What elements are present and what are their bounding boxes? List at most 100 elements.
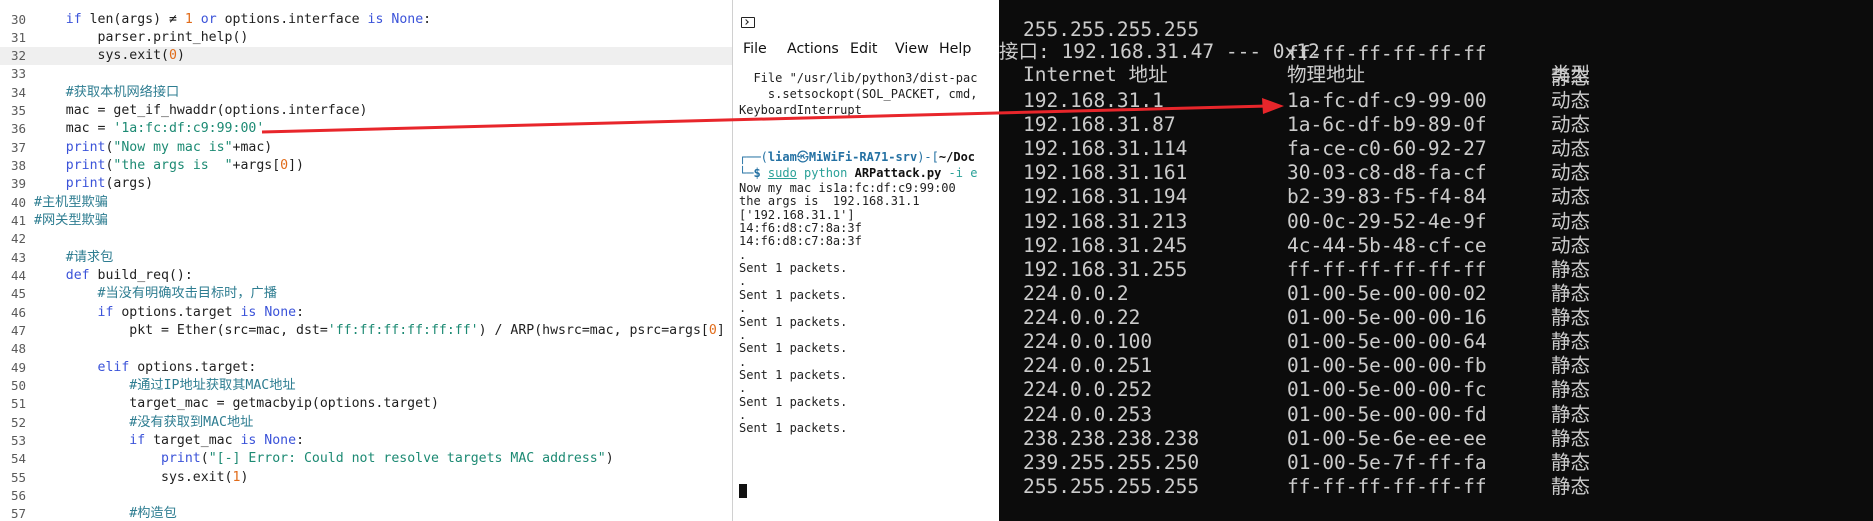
- arp-ip: 224.0.0.253: [1023, 402, 1153, 426]
- code-token: sys.exit(: [34, 48, 169, 64]
- arp-type: 动态: [1551, 209, 1591, 233]
- menu-item-file[interactable]: File: [743, 41, 767, 57]
- code-token: 0: [708, 323, 717, 339]
- arp-mac: 00-0c-29-52-4e-9f: [1287, 209, 1487, 233]
- code-token: #请求包: [65, 249, 114, 265]
- code-line[interactable]: 38 print("the args is "+args[0]): [0, 157, 732, 175]
- arp-mac: 01-00-5e-00-00-fb: [1287, 354, 1487, 378]
- arp-ip: 255.255.255.255: [1023, 474, 1200, 498]
- arp-top-row: 255.255.255.255 ff-ff-ff-ff-ff-ff 静态: [1023, 0, 1590, 89]
- code-line[interactable]: 53 if target_mac is None:: [0, 432, 732, 450]
- terminal-icon: [741, 17, 755, 28]
- arp-row: 192.168.31.161 30-03-c8-d8-fa-cf 动态: [999, 161, 1873, 185]
- code-text: #构造包: [34, 505, 177, 521]
- line-number: 49: [10, 359, 26, 375]
- code-line[interactable]: 49 elif options.target:: [0, 359, 732, 377]
- code-line[interactable]: 40 #主机型欺骗: [0, 194, 732, 212]
- terminal-line: s.setsockopt(SOL_PACKET, cmd,: [739, 87, 978, 101]
- code-line[interactable]: 34 #获取本机网络接口: [0, 84, 732, 102]
- line-number: 45: [10, 286, 26, 302]
- code-line[interactable]: 51 target_mac = getmacbyip(options.targe…: [0, 395, 732, 413]
- code-text: sys.exit(1): [34, 469, 248, 487]
- terminal-line: Sent 1 packets.: [739, 394, 848, 409]
- line-number: 48: [10, 341, 26, 357]
- code-line[interactable]: 39 print(args): [0, 175, 732, 193]
- code-line[interactable]: 47 pkt = Ether(src=mac, dst='ff:ff:ff:ff…: [0, 322, 732, 340]
- line-number: 53: [10, 433, 26, 449]
- arp-interface-line: 接口: 192.168.31.47 --- 0x12: [999, 40, 1320, 63]
- terminal-line: KeyboardInterrupt: [739, 103, 862, 117]
- code-line[interactable]: 33: [0, 65, 732, 83]
- arp-type: 动态: [1551, 89, 1591, 112]
- code-text: sys.exit(0): [34, 47, 185, 65]
- code-line[interactable]: 57 #构造包: [0, 505, 732, 521]
- arp-row: 192.168.31.255 ff-ff-ff-ff-ff-ff 静态: [999, 258, 1873, 282]
- code-editor[interactable]: 30 if len(args) ≠ 1 or options.interface…: [0, 0, 732, 521]
- terminal-window[interactable]: File Actions Edit View Help File "/usr/lib/p…: [732, 0, 999, 521]
- arp-type: 静态: [1551, 330, 1591, 354]
- code-line[interactable]: 45 #当没有明确攻击目标时，广播: [0, 285, 732, 303]
- code-token: #获取本机网络接口: [65, 84, 180, 100]
- code-line[interactable]: 46 if options.target is None:: [0, 304, 732, 322]
- menu-item-help[interactable]: Help: [939, 41, 971, 57]
- arp-type: 静态: [1551, 426, 1591, 450]
- command-python: python: [796, 166, 855, 180]
- code-line[interactable]: 43 #请求包: [0, 249, 732, 267]
- arp-mac: 1a-6c-df-b9-89-0f: [1287, 113, 1487, 137]
- prompt-at: ㉿: [796, 150, 809, 164]
- line-number: 39: [10, 176, 26, 192]
- code-text: #主机型欺骗: [34, 194, 108, 212]
- code-line[interactable]: 37 print("Now my mac is"+mac): [0, 139, 732, 157]
- code-token: elif: [97, 359, 130, 375]
- code-line[interactable]: 42: [0, 230, 732, 248]
- code-line[interactable]: 52 #没有获取到MAC地址: [0, 414, 732, 432]
- code-text: print(args): [34, 175, 153, 193]
- code-line[interactable]: 56: [0, 487, 732, 505]
- code-token: ): [176, 48, 185, 64]
- code-token: is: [367, 11, 384, 27]
- code-token: ]): [288, 158, 304, 174]
- line-number: 33: [10, 66, 26, 82]
- code-line[interactable]: 48: [0, 340, 732, 358]
- code-line[interactable]: 31 parser.print_help(): [0, 29, 732, 47]
- code-line[interactable]: 44 def build_req():: [0, 267, 732, 285]
- arp-ip: 224.0.0.251: [1023, 354, 1153, 378]
- line-number: 37: [10, 139, 26, 155]
- code-token: :: [296, 304, 305, 320]
- code-token: #当没有明确攻击目标时，广播: [97, 286, 277, 302]
- code-line[interactable]: 55 sys.exit(1): [0, 469, 732, 487]
- code-line[interactable]: 54 print("[-] Error: Could not resolve t…: [0, 450, 732, 468]
- code-line[interactable]: 30 if len(args) ≠ 1 or options.interface…: [0, 11, 732, 29]
- code-line[interactable]: 41 #网关型欺骗: [0, 212, 732, 230]
- code-line[interactable]: 36 mac = '1a:fc:df:c9:99:00': [0, 120, 732, 138]
- code-line[interactable]: 32 sys.exit(0): [0, 47, 732, 66]
- code-line[interactable]: 35 mac = get_if_hwaddr(options.interface…: [0, 102, 732, 120]
- arp-ip: 224.0.0.2: [1023, 281, 1129, 305]
- command-sudo: sudo: [767, 166, 797, 180]
- arp-row: 192.168.31.245 4c-44-5b-48-cf-ce 动态: [999, 234, 1873, 258]
- arp-mac: 01-00-5e-00-00-fd: [1287, 402, 1487, 426]
- code-token: print: [65, 158, 106, 174]
- code-token: is: [240, 433, 257, 449]
- menu-item-actions[interactable]: Actions: [787, 41, 839, 57]
- code-line[interactable]: 50 #通过IP地址获取其MAC地址: [0, 377, 732, 395]
- code-token: #通过IP地址获取其MAC地址: [129, 378, 296, 394]
- menu-item-edit[interactable]: Edit: [850, 41, 877, 57]
- code-token: ): [605, 451, 614, 467]
- arp-console[interactable]: 255.255.255.255 ff-ff-ff-ff-ff-ff 静态 接口:…: [999, 0, 1873, 521]
- line-number: 52: [10, 414, 26, 430]
- arp-type: 静态: [1551, 474, 1591, 498]
- code-token: +args[: [232, 158, 281, 174]
- line-number: 34: [10, 84, 26, 100]
- prompt-mid: )-[: [917, 150, 939, 164]
- menu-item-view[interactable]: View: [895, 41, 929, 57]
- arp-row: 192.168.31.213 00-0c-29-52-4e-9f 动态: [999, 210, 1873, 234]
- code-token: 'ff:ff:ff:ff:ff:ff': [327, 323, 479, 339]
- command-branch: └─: [739, 166, 754, 180]
